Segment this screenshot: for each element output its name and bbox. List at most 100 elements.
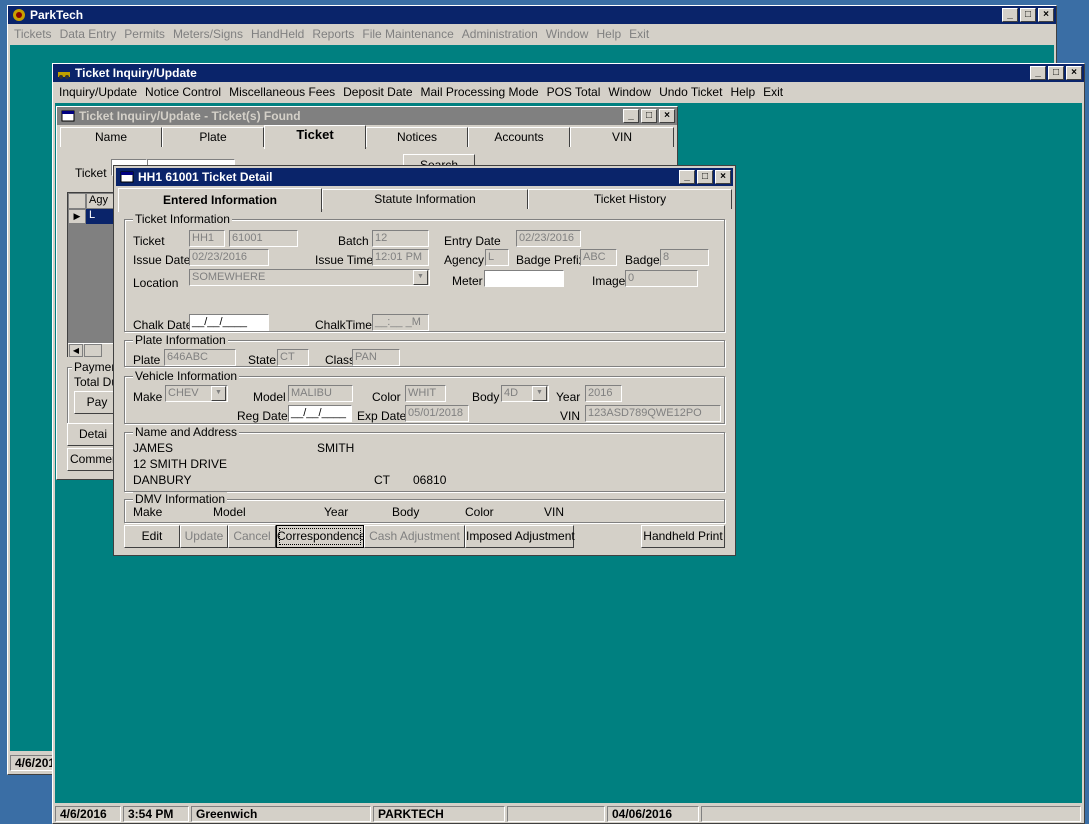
scroll-thumb[interactable]	[84, 344, 102, 357]
menu-exit[interactable]: Exit	[759, 85, 787, 99]
menu-meters-signs[interactable]: Meters/Signs	[169, 27, 247, 41]
inquiry-title-bar[interactable]: Ticket Inquiry/Update _ □ ×	[53, 64, 1084, 82]
tab-accounts[interactable]: Accounts	[468, 127, 570, 147]
tab-notices[interactable]: Notices	[366, 127, 468, 147]
row-indicator-icon[interactable]: ▶	[68, 209, 86, 224]
address-state: CT	[374, 473, 390, 487]
tab-name[interactable]: Name	[60, 127, 162, 147]
edit-button[interactable]: Edit	[124, 525, 180, 548]
maximize-icon[interactable]: □	[697, 170, 713, 184]
correspondence-button[interactable]: Correspondence	[276, 525, 366, 548]
close-icon[interactable]: ×	[1066, 66, 1082, 80]
tab-ticket[interactable]: Ticket	[264, 125, 366, 149]
menu-deposit-date[interactable]: Deposit Date	[339, 85, 416, 99]
body-dropdown[interactable]: 4D ▼	[501, 385, 549, 402]
plate-field[interactable]: 646ABC	[164, 349, 236, 366]
minimize-icon[interactable]: _	[1030, 66, 1046, 80]
chevron-down-icon[interactable]: ▼	[211, 386, 226, 401]
minimize-icon[interactable]: _	[679, 170, 695, 184]
handheld-print-button[interactable]: Handheld Print	[641, 525, 725, 548]
menu-mail-processing[interactable]: Mail Processing Mode	[417, 85, 543, 99]
menu-administration[interactable]: Administration	[458, 27, 542, 41]
payment-group-title: Paymer	[72, 360, 118, 374]
issue-date-field[interactable]: 02/23/2016	[189, 249, 269, 266]
issue-time-field[interactable]: 12:01 PM	[372, 249, 429, 266]
chalk-date-field[interactable]: __/__/____	[189, 314, 269, 331]
exp-date-field[interactable]: 05/01/2018	[405, 405, 469, 422]
cancel-button[interactable]: Cancel	[228, 525, 276, 548]
make-dropdown[interactable]: CHEV ▼	[165, 385, 228, 402]
location-value: SOMEWHERE	[192, 271, 266, 283]
tab-ticket-history[interactable]: Ticket History	[528, 189, 732, 209]
menu-tickets[interactable]: Tickets	[10, 27, 56, 41]
menu-inquiry-update[interactable]: Inquiry/Update	[55, 85, 141, 99]
chevron-down-icon[interactable]: ▼	[413, 270, 428, 285]
body-label: Body	[472, 390, 500, 404]
scroll-left-icon[interactable]: ◀	[69, 344, 83, 357]
found-grid: Agy ▶ L ◀	[67, 192, 118, 357]
ticket-number-field[interactable]: 61001	[229, 230, 298, 247]
vin-field[interactable]: 123ASD789QWE12PO	[585, 405, 721, 422]
detail-title-bar[interactable]: HH1 61001 Ticket Detail _ □ ×	[116, 168, 733, 186]
maximize-icon[interactable]: □	[1048, 66, 1064, 80]
badge-prefix-label: Badge Prefix	[516, 253, 585, 267]
found-title-bar[interactable]: Ticket Inquiry/Update - Ticket(s) Found …	[57, 107, 677, 125]
chalk-time-label: ChalkTime	[315, 318, 372, 332]
tab-plate[interactable]: Plate	[162, 127, 264, 147]
menu-permits[interactable]: Permits	[120, 27, 169, 41]
first-name: JAMES	[133, 441, 174, 455]
menu-help[interactable]: Help	[726, 85, 759, 99]
update-button[interactable]: Update	[180, 525, 228, 548]
maximize-icon[interactable]: □	[641, 109, 657, 123]
cash-adjustment-button[interactable]: Cash Adjustment	[364, 525, 465, 548]
reg-date-field[interactable]: __/__/____	[288, 405, 352, 422]
main-title-bar[interactable]: ParkTech _ □ ×	[8, 6, 1056, 24]
state-field[interactable]: CT	[277, 349, 309, 366]
tab-statute-information[interactable]: Statute Information	[322, 189, 528, 209]
grid-scrollbar[interactable]: ◀	[68, 343, 118, 357]
color-field[interactable]: WHIT	[405, 385, 446, 402]
badge-prefix-field[interactable]: ABC	[580, 249, 617, 266]
minimize-icon[interactable]: _	[623, 109, 639, 123]
dmv-body-label: Body	[392, 505, 420, 519]
menu-file-maintenance[interactable]: File Maintenance	[358, 27, 457, 41]
details-button[interactable]: Detai	[67, 423, 119, 446]
tab-vin[interactable]: VIN	[570, 127, 674, 147]
year-field[interactable]: 2016	[585, 385, 622, 402]
menu-undo-ticket[interactable]: Undo Ticket	[655, 85, 726, 99]
badge-field[interactable]: 8	[660, 249, 709, 266]
chevron-down-icon[interactable]: ▼	[532, 386, 547, 401]
comments-button[interactable]: Commer	[67, 448, 119, 471]
batch-field[interactable]: 12	[372, 230, 429, 247]
menu-data-entry[interactable]: Data Entry	[56, 27, 121, 41]
menu-window[interactable]: Window	[542, 27, 593, 41]
menu-misc-fees[interactable]: Miscellaneous Fees	[225, 85, 339, 99]
maximize-icon[interactable]: □	[1020, 8, 1036, 22]
entry-date-field[interactable]: 02/23/2016	[516, 230, 581, 247]
location-dropdown[interactable]: SOMEWHERE ▼	[189, 269, 430, 286]
close-icon[interactable]: ×	[1038, 8, 1054, 22]
menu-help[interactable]: Help	[592, 27, 625, 41]
imposed-adjustment-button[interactable]: Imposed Adjustment	[465, 525, 575, 548]
menu-exit[interactable]: Exit	[625, 27, 653, 41]
reg-date-label: Reg Date	[237, 409, 288, 423]
menu-reports[interactable]: Reports	[308, 27, 358, 41]
close-icon[interactable]: ×	[715, 170, 731, 184]
image-field[interactable]: 0	[625, 270, 698, 287]
tab-entered-information[interactable]: Entered Information	[118, 188, 322, 212]
menu-notice-control[interactable]: Notice Control	[141, 85, 225, 99]
meter-label: Meter	[452, 274, 483, 288]
meter-field[interactable]	[484, 270, 564, 287]
class-field[interactable]: PAN	[352, 349, 400, 366]
model-field[interactable]: MALIBU	[288, 385, 353, 402]
menu-pos-total[interactable]: POS Total	[543, 85, 605, 99]
exp-date-label: Exp Date	[357, 409, 407, 423]
minimize-icon[interactable]: _	[1002, 8, 1018, 22]
chalk-time-field[interactable]: __:__ _M	[372, 314, 429, 331]
agency-field[interactable]: L	[485, 249, 509, 266]
close-icon[interactable]: ×	[659, 109, 675, 123]
menu-window[interactable]: Window	[604, 85, 655, 99]
ticket-prefix-field[interactable]: HH1	[189, 230, 225, 247]
make-value: CHEV	[168, 387, 199, 399]
menu-handheld[interactable]: HandHeld	[247, 27, 308, 41]
